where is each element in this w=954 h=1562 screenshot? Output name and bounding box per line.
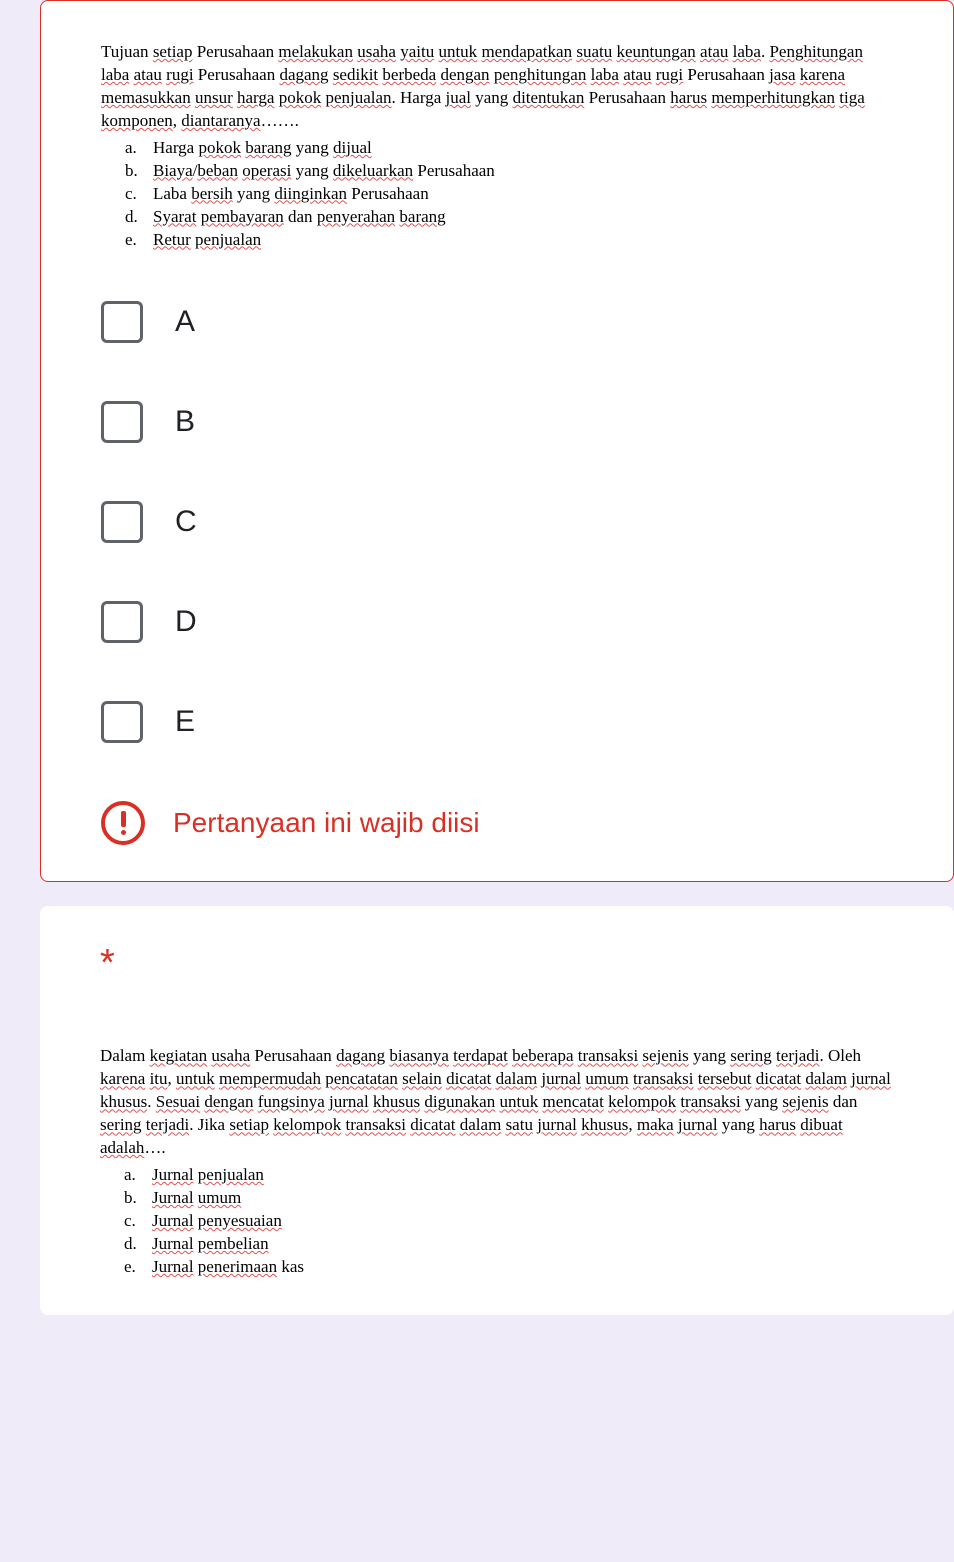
- option-row-c[interactable]: C: [101, 501, 893, 543]
- error-icon: [101, 801, 145, 845]
- answer-options-1: A B C D E: [101, 301, 893, 743]
- checkbox-d[interactable]: [101, 601, 143, 643]
- option-label-e: E: [175, 705, 195, 739]
- option-row-b[interactable]: B: [101, 401, 893, 443]
- option-label-d: D: [175, 605, 197, 639]
- option-label-c: C: [175, 505, 197, 539]
- option-label-a: A: [175, 305, 195, 339]
- question-list-1: a.Harga pokok barang yang dijual b.Biaya…: [101, 137, 893, 252]
- option-row-e[interactable]: E: [101, 701, 893, 743]
- checkbox-c[interactable]: [101, 501, 143, 543]
- question-paragraph-2: Dalam kegiatan usaha Perusahaan dagang b…: [100, 1045, 894, 1160]
- question-text-image-1: Tujuan setiap Perusahaan melakukan usaha…: [101, 41, 893, 251]
- error-message-row: Pertanyaan ini wajib diisi: [101, 801, 893, 845]
- required-asterisk: *: [100, 942, 894, 985]
- question-card-1: Tujuan setiap Perusahaan melakukan usaha…: [40, 0, 954, 882]
- question-text-image-2: Dalam kegiatan usaha Perusahaan dagang b…: [100, 1045, 894, 1278]
- question-paragraph-1: Tujuan setiap Perusahaan melakukan usaha…: [101, 41, 893, 133]
- option-row-d[interactable]: D: [101, 601, 893, 643]
- checkbox-a[interactable]: [101, 301, 143, 343]
- option-label-b: B: [175, 405, 195, 439]
- question-card-2: * Dalam kegiatan usaha Perusahaan dagang…: [40, 906, 954, 1314]
- checkbox-b[interactable]: [101, 401, 143, 443]
- question-list-2: a.Jurnal penjualan b.Jurnal umum c.Jurna…: [100, 1164, 894, 1279]
- option-row-a[interactable]: A: [101, 301, 893, 343]
- checkbox-e[interactable]: [101, 701, 143, 743]
- error-text: Pertanyaan ini wajib diisi: [173, 807, 480, 839]
